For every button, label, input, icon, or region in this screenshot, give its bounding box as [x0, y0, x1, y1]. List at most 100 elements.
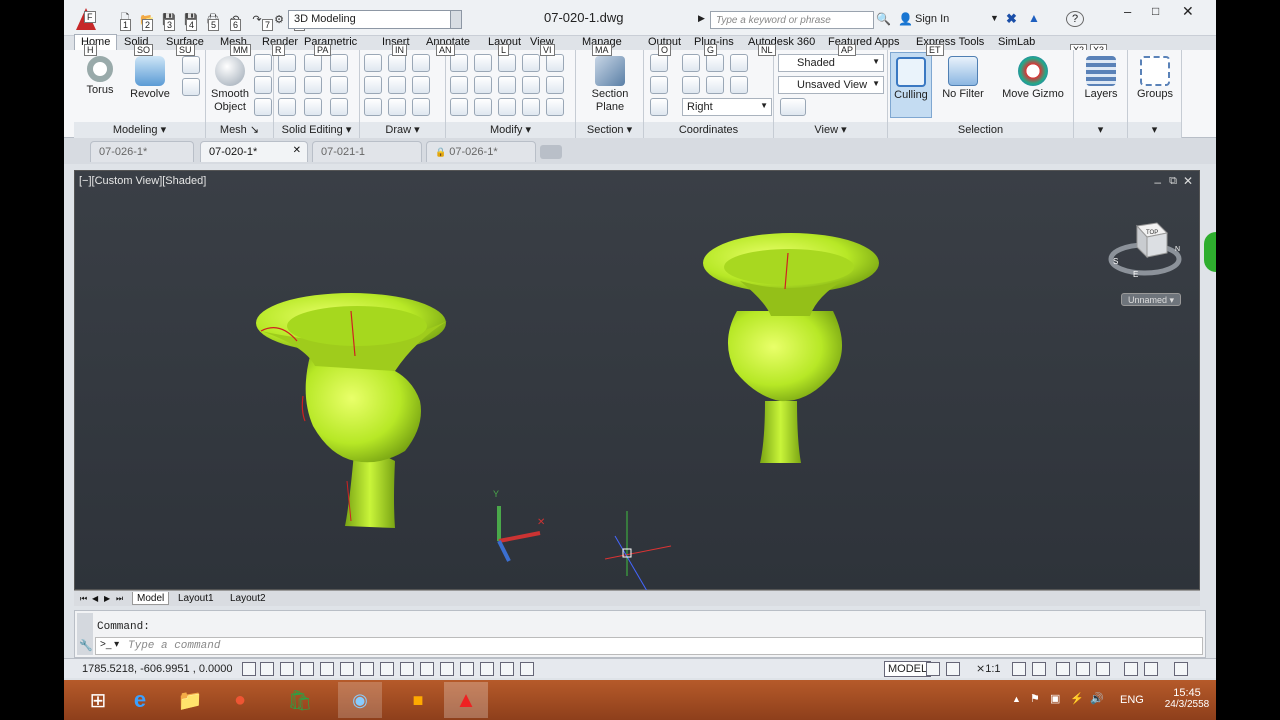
tab-layout2[interactable]: Layout2 — [226, 592, 270, 605]
new-tab-button[interactable] — [540, 145, 562, 159]
quick-properties-icon[interactable] — [480, 662, 494, 676]
intersect-icon[interactable] — [278, 98, 296, 116]
file-explorer-icon[interactable]: 📁 — [168, 682, 212, 718]
doc-tab-active[interactable]: 07-020-1* ✕ — [200, 141, 308, 162]
annotation-monitor-icon[interactable] — [520, 662, 534, 676]
side-panel-handle[interactable] — [1204, 232, 1216, 272]
otrack-icon[interactable] — [380, 662, 394, 676]
saved-view-select[interactable]: Unsaved View ▼ — [778, 76, 884, 94]
ortho-icon[interactable] — [300, 662, 314, 676]
clock[interactable]: 15:45 24/3/2558 — [1162, 687, 1212, 710]
lock-ui-icon[interactable] — [1076, 662, 1090, 676]
slice-icon[interactable] — [304, 76, 322, 94]
revolve-button[interactable]: Revolve — [126, 56, 174, 101]
volume-icon[interactable]: 🔊 — [1090, 692, 1104, 705]
ucs-named-icon[interactable] — [650, 98, 668, 116]
ucs-world-icon[interactable] — [682, 54, 700, 72]
polygon-icon[interactable] — [364, 98, 382, 116]
ucs-y-icon[interactable] — [730, 54, 748, 72]
rectangle-icon[interactable] — [388, 98, 406, 116]
ucs-x-icon[interactable] — [706, 54, 724, 72]
quick-view-layouts-icon[interactable] — [926, 662, 940, 676]
groups-expand[interactable]: ▾ — [1128, 122, 1181, 138]
grid-icon[interactable] — [280, 662, 294, 676]
torus-button[interactable]: Torus — [80, 56, 120, 97]
layers-button[interactable]: Layers — [1078, 56, 1124, 101]
binoculars-icon[interactable]: 🔍 — [876, 12, 891, 26]
annotation-scale[interactable]: ⨯1:1 — [976, 662, 1001, 675]
line-icon[interactable] — [388, 54, 406, 72]
workspace-switch-icon[interactable] — [1056, 662, 1070, 676]
search-input[interactable]: Type a keyword or phrase — [710, 11, 874, 29]
snap-icon[interactable] — [260, 662, 274, 676]
help-icon[interactable]: ? — [1066, 11, 1084, 27]
align-icon[interactable] — [522, 54, 540, 72]
union-icon[interactable] — [278, 54, 296, 72]
tray-expand-icon[interactable]: ▲ — [1012, 694, 1021, 704]
section-plane-button[interactable]: Section Plane — [584, 56, 636, 114]
close-icon[interactable]: ✕ — [1182, 3, 1194, 20]
command-input[interactable]: >_ ▾ Type a command — [95, 637, 1203, 655]
layers-expand[interactable]: ▾ — [1074, 122, 1127, 138]
scale-icon[interactable] — [522, 76, 540, 94]
office-icon[interactable]: ■ — [396, 682, 440, 718]
power-icon[interactable]: ⚡ — [1070, 692, 1084, 705]
sign-in-link[interactable]: Sign In — [915, 13, 949, 25]
fillet-icon[interactable] — [546, 76, 564, 94]
wrench-icon[interactable]: 🔧 — [79, 639, 93, 652]
arc-icon[interactable] — [412, 54, 430, 72]
mesh-smooth-more-icon[interactable] — [254, 76, 272, 94]
lineweight-icon[interactable] — [440, 662, 454, 676]
media-app-icon[interactable]: ◉ — [338, 682, 382, 718]
workspace-dropdown-button[interactable] — [450, 10, 462, 29]
ucs-z-icon[interactable] — [682, 76, 700, 94]
line-draw-icon[interactable] — [388, 76, 406, 94]
doc-tab[interactable]: 07-021-1 — [312, 141, 422, 162]
coordinates-readout[interactable]: 1785.5218, -606.9951 , 0.0000 — [82, 663, 232, 675]
autocad-taskbar-icon[interactable]: ▲ — [444, 682, 488, 718]
browser-icon[interactable]: ● — [218, 682, 262, 718]
presspull-icon[interactable] — [182, 78, 200, 96]
subtract-icon[interactable] — [278, 76, 296, 94]
vase-solid-left[interactable] — [256, 293, 447, 528]
ucs-menu[interactable]: Unnamed ▾ — [1121, 293, 1181, 306]
mesh-box-icon[interactable] — [254, 54, 272, 72]
panel-title[interactable]: View ▾ — [774, 122, 887, 138]
auto-scale-icon[interactable] — [1032, 662, 1046, 676]
chevron-down-icon[interactable]: ▼ — [990, 13, 999, 23]
language-indicator[interactable]: ENG — [1120, 694, 1144, 706]
infer-constraints-icon[interactable] — [242, 662, 256, 676]
rotate-icon[interactable] — [474, 76, 492, 94]
trim-icon[interactable] — [546, 98, 564, 116]
clean-screen-icon[interactable] — [1174, 662, 1188, 676]
last-tab-icon[interactable]: ⏭ — [112, 592, 127, 605]
circle-icon[interactable] — [412, 76, 430, 94]
culling-button[interactable]: Culling — [890, 52, 932, 118]
refresh-icon[interactable] — [498, 76, 516, 94]
panel-title[interactable]: Section ▾ — [576, 122, 643, 138]
tab-layout1[interactable]: Layout1 — [174, 592, 218, 605]
vase-solid-right[interactable] — [703, 233, 879, 463]
minimize-icon[interactable]: – — [1124, 4, 1131, 19]
mesh-refine-icon[interactable] — [254, 98, 272, 116]
workspace-select[interactable]: 3D Modeling▼ — [288, 10, 462, 29]
polar-icon[interactable] — [320, 662, 334, 676]
hardware-acceleration-icon[interactable] — [1096, 662, 1110, 676]
maximize-icon[interactable]: □ — [1152, 4, 1159, 18]
command-prompt-icon[interactable]: >_ ▾ — [100, 639, 119, 650]
stretch-icon[interactable] — [474, 98, 492, 116]
model-space-button[interactable]: MODEL — [884, 661, 932, 677]
no-filter-button[interactable]: No Filter — [938, 56, 988, 101]
flag-icon[interactable]: ⚑ — [1030, 692, 1040, 705]
windows-start-icon[interactable]: ⊞ — [76, 682, 120, 718]
extract-edges-icon[interactable] — [330, 54, 348, 72]
panel-title[interactable]: Mesh ↘ — [206, 122, 273, 138]
selection-cycling-icon[interactable] — [500, 662, 514, 676]
internet-explorer-icon[interactable]: e — [118, 682, 162, 718]
move-gizmo-button[interactable]: Move Gizmo — [996, 56, 1070, 101]
doc-tab[interactable]: 🔒 07-026-1* — [426, 141, 536, 162]
annotation-visibility-icon[interactable] — [1012, 662, 1026, 676]
drawing-viewport[interactable]: [−][Custom View][Shaded] – ⧉ ✕ Y ✕ TOP S… — [74, 170, 1200, 591]
array-icon[interactable] — [450, 76, 468, 94]
copy-icon[interactable] — [498, 98, 516, 116]
